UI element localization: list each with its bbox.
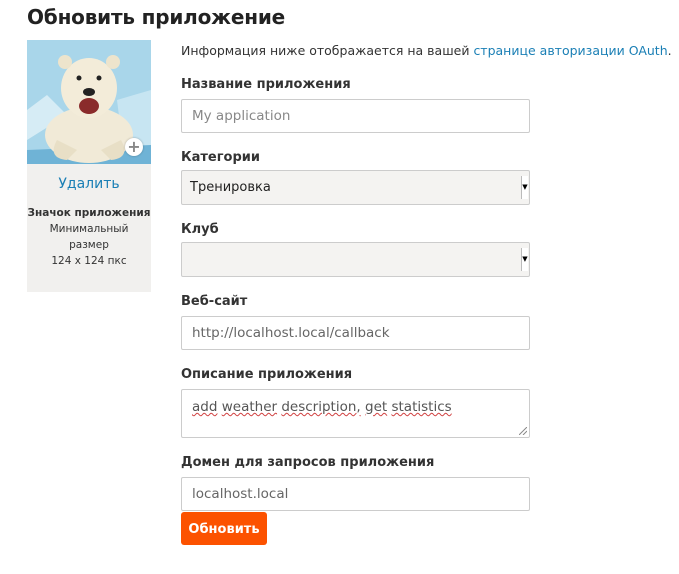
club-select[interactable]: ▼ [181, 242, 530, 277]
description-word: weather [221, 399, 278, 415]
resize-handle-icon[interactable] [519, 427, 527, 435]
description-word: get [365, 399, 388, 415]
category-select-value: Тренировка [190, 180, 271, 195]
icon-caption-size: 124 x 124 пкс [51, 255, 127, 267]
chevron-down-icon: ▼ [521, 248, 528, 271]
description-label: Описание приложения [181, 367, 353, 382]
domain-input[interactable]: localhost.local [181, 477, 530, 511]
description-word: statistics [391, 399, 452, 415]
page-title: Обновить приложение [27, 5, 285, 29]
domain-label: Домен для запросов приложения [181, 455, 435, 470]
icon-caption-title: Значок приложения [27, 207, 151, 219]
description-word: description, [281, 399, 361, 415]
club-label: Клуб [181, 222, 219, 237]
icon-caption-line: размер [69, 239, 109, 251]
website-input[interactable]: http://localhost.local/callback [181, 316, 530, 350]
app-icon-panel: + Удалить Значок приложения Минимальный … [27, 40, 151, 292]
info-text-prefix: Информация ниже отображается на вашей [181, 43, 474, 58]
name-input[interactable]: My application [181, 99, 530, 133]
description-textarea[interactable]: add weather description, get statistics [181, 389, 530, 438]
app-icon-image[interactable]: + [27, 40, 151, 164]
info-text-suffix: . [667, 43, 672, 58]
icon-caption-line: Минимальный [49, 223, 129, 235]
name-label: Название приложения [181, 77, 351, 92]
icon-requirements: Значок приложения Минимальный размер 124… [27, 205, 151, 269]
website-label: Веб-сайт [181, 294, 248, 309]
update-button[interactable]: Обновить [181, 512, 267, 545]
add-icon[interactable]: + [125, 138, 143, 156]
category-select[interactable]: Тренировка ▼ [181, 170, 530, 205]
chevron-down-icon: ▼ [521, 176, 528, 199]
oauth-page-link[interactable]: странице авторизации OAuth [473, 43, 667, 58]
delete-icon-link[interactable]: Удалить [27, 176, 151, 192]
description-word: add [192, 399, 218, 415]
info-text: Информация ниже отображается на вашей ст… [181, 43, 672, 58]
category-label: Категории [181, 150, 260, 165]
